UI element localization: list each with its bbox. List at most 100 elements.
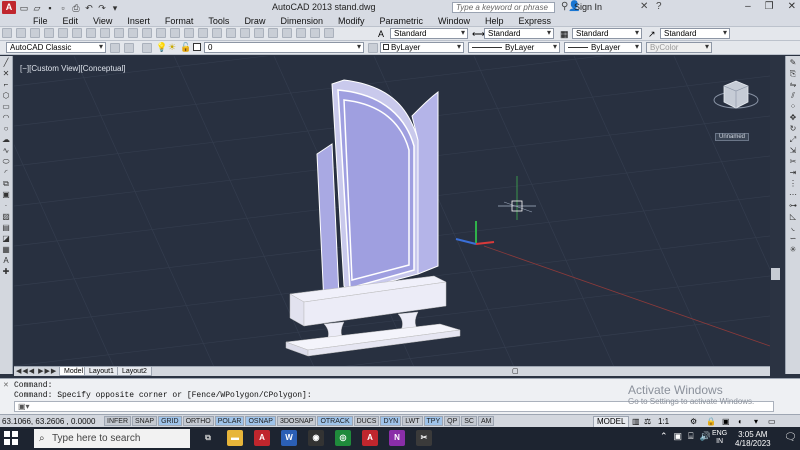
workspace-save-icon[interactable] — [124, 43, 134, 53]
mirror-icon[interactable]: ⇋ — [789, 80, 798, 89]
menu-item-express[interactable]: Express — [519, 16, 552, 26]
ellipse-icon[interactable]: ⬭ — [2, 157, 11, 166]
menu-item-help[interactable]: Help — [485, 16, 504, 26]
viewport-controls-label[interactable]: [−][Custom View][Conceptual] — [20, 64, 125, 73]
spline-icon[interactable]: ∿ — [2, 146, 11, 155]
tab-layout1[interactable]: Layout1 — [84, 367, 119, 376]
publish-icon[interactable] — [72, 28, 82, 38]
menu-item-window[interactable]: Window — [438, 16, 470, 26]
lineweight-select[interactable]: ByLayer — [564, 42, 642, 53]
taskbar-clock[interactable]: 3:05 AM 4/18/2023 — [735, 430, 771, 448]
status-toggle-qp[interactable]: QP — [444, 416, 461, 426]
status-toggle-infer[interactable]: INFER — [104, 416, 131, 426]
menu-item-edit[interactable]: Edit — [63, 16, 79, 26]
offset-icon[interactable]: ⫽ — [789, 91, 798, 100]
menu-item-dimension[interactable]: Dimension — [280, 16, 323, 26]
snipping-tool-icon[interactable]: ✂ — [416, 430, 432, 446]
ellipse-arc-icon[interactable]: ◜ — [2, 168, 11, 177]
status-toggle-lwt[interactable]: LWT — [402, 416, 423, 426]
status-toggle-am[interactable]: AM — [477, 416, 495, 426]
join-icon[interactable]: ⊶ — [789, 201, 798, 210]
annotation-scale-icon[interactable]: ⚖ — [644, 417, 651, 426]
menu-item-tools[interactable]: Tools — [208, 16, 229, 26]
table-style-select[interactable]: Standard — [572, 28, 642, 39]
menu-item-draw[interactable]: Draw — [244, 16, 265, 26]
color-select[interactable]: ByLayer — [380, 42, 464, 53]
taskbar-search-input[interactable]: ⌕ Type here to search — [34, 429, 190, 448]
scale-icon[interactable]: ⤢ — [789, 135, 798, 144]
properties-icon[interactable] — [240, 28, 250, 38]
polygon-icon[interactable]: ⬡ — [2, 91, 11, 100]
open-icon[interactable] — [16, 28, 26, 38]
mleader-style-select[interactable]: Standard — [660, 28, 730, 39]
revcloud-icon[interactable]: ☁ — [2, 135, 11, 144]
chrome-icon[interactable]: ◎ — [335, 430, 351, 446]
menu-item-insert[interactable]: Insert — [127, 16, 150, 26]
fillet-icon[interactable]: ◟ — [789, 223, 798, 232]
workspace-switch-icon[interactable]: ⚙ — [690, 417, 697, 426]
maximize-icon[interactable]: ❐ — [765, 1, 774, 12]
coordinates-readout[interactable]: 63.1066, 63.2606 , 0.0000 — [2, 417, 95, 426]
markup-icon[interactable] — [296, 28, 306, 38]
cut-icon[interactable] — [86, 28, 96, 38]
tray-chevron-icon[interactable]: ⌃ — [660, 431, 668, 442]
dim-style-select[interactable]: Standard — [484, 28, 554, 39]
lock-icon[interactable]: 🔓 — [180, 42, 191, 53]
drawing-canvas[interactable] — [14, 56, 770, 367]
arc-icon[interactable]: ◠ — [2, 113, 11, 122]
save-icon[interactable]: ▪ — [45, 3, 55, 13]
tab-layout2[interactable]: Layout2 — [117, 367, 152, 376]
close-icon[interactable]: ✕ — [788, 1, 796, 12]
rectangle-icon[interactable]: ▭ — [2, 102, 11, 111]
match-properties-icon[interactable] — [128, 28, 138, 38]
erase-icon[interactable]: ✎ — [789, 58, 798, 67]
text-style-select[interactable]: Standard — [390, 28, 468, 39]
open-file-icon[interactable]: ▱ — [32, 3, 42, 13]
blend-icon[interactable]: ∽ — [789, 234, 798, 243]
array-icon[interactable]: ⁘ — [789, 102, 798, 111]
move-icon[interactable]: ✥ — [789, 113, 798, 122]
status-toggle-grid[interactable]: GRID — [158, 416, 182, 426]
zoom-previous-icon[interactable] — [226, 28, 236, 38]
construction-line-icon[interactable]: ✕ — [2, 69, 11, 78]
command-close-icon[interactable]: ✕ — [3, 381, 9, 389]
sheet-set-icon[interactable] — [282, 28, 292, 38]
status-toggle-3dosnap[interactable]: 3DOSNAP — [276, 416, 317, 426]
trim-icon[interactable]: ✂ — [789, 157, 798, 166]
help-search-input[interactable]: Type a keyword or phrase — [452, 2, 555, 13]
print-icon[interactable] — [44, 28, 54, 38]
menu-item-format[interactable]: Format — [165, 16, 194, 26]
undo-icon[interactable] — [156, 28, 166, 38]
status-toggle-tpy[interactable]: TPY — [423, 416, 444, 426]
hscroll-thumb[interactable]: ▢ — [512, 367, 519, 375]
copy-icon[interactable] — [100, 28, 110, 38]
status-toggle-dyn[interactable]: DYN — [380, 416, 402, 426]
save-icon[interactable] — [30, 28, 40, 38]
region-icon[interactable]: ◪ — [2, 234, 11, 243]
word-icon[interactable]: W — [281, 430, 297, 446]
insert-block-icon[interactable]: ⧉ — [2, 179, 11, 188]
menu-item-view[interactable]: View — [93, 16, 112, 26]
media-player-icon[interactable]: ◉ — [308, 430, 324, 446]
plot-icon[interactable]: ⎙ — [71, 3, 81, 13]
copy-object-icon[interactable]: ⎘ — [789, 69, 798, 78]
volume-icon[interactable]: 🔊 — [699, 431, 710, 442]
mtext-icon[interactable]: A — [2, 256, 11, 265]
menu-item-parametric[interactable]: Parametric — [380, 16, 424, 26]
preview-icon[interactable] — [58, 28, 68, 38]
menu-item-modify[interactable]: Modify — [338, 16, 365, 26]
exchange-icon[interactable]: ✕ — [640, 1, 648, 12]
break-icon[interactable]: ⋯ — [789, 190, 798, 199]
paste-icon[interactable] — [114, 28, 124, 38]
status-toggle-osnap[interactable]: OSNAP — [245, 416, 276, 426]
scrollbar-thumb[interactable] — [771, 268, 780, 280]
explode-icon[interactable]: ✳ — [789, 245, 798, 254]
new-icon[interactable] — [2, 28, 12, 38]
menu-item-file[interactable]: File — [33, 16, 48, 26]
workspace-settings-icon[interactable] — [110, 43, 120, 53]
tab-navigation-arrows[interactable]: ◀◀◀ ▶▶▶ — [16, 367, 57, 375]
notifications-icon[interactable]: 🗨 — [784, 432, 797, 443]
layer-select[interactable]: 0 — [204, 42, 364, 53]
status-toggle-ducs[interactable]: DUCS — [353, 416, 380, 426]
make-current-icon[interactable] — [368, 43, 378, 53]
